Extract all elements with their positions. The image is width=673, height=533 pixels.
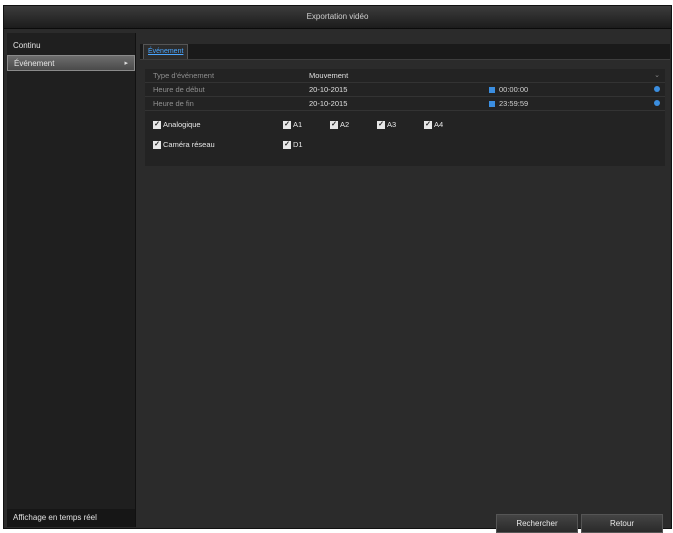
event-type-row[interactable]: Type d'événement Mouvement ⌄ [145, 69, 665, 83]
start-time-label: Heure de début [153, 85, 205, 94]
sidebar: Continu Événement ▸ Affichage en temps r… [7, 33, 136, 527]
channel-checkbox-a3[interactable]: ✓ A3 [377, 119, 396, 131]
channel-label: A2 [340, 120, 350, 129]
checkbox-checked-icon[interactable]: ✓ [330, 121, 338, 130]
sidebar-item-event[interactable]: Événement ▸ [7, 55, 135, 71]
end-date-field[interactable]: 20-10-2015 [309, 97, 347, 110]
channel-label: A3 [387, 120, 397, 129]
analog-checkbox[interactable]: ✓ Analogique [153, 119, 201, 131]
channel-label: D1 [293, 140, 303, 149]
event-type-select[interactable]: Mouvement [309, 69, 348, 82]
checkbox-checked-icon[interactable]: ✓ [377, 121, 385, 130]
channel-label: A1 [293, 120, 303, 129]
main-panel: Type d'événement Mouvement ⌄ Heure de dé… [140, 60, 670, 533]
channel-checkbox-a1[interactable]: ✓ A1 [283, 119, 302, 131]
end-time-value: 23:59:59 [499, 99, 529, 108]
sidebar-item-label: Événement [14, 59, 55, 68]
sidebar-item-label: Continu [13, 41, 41, 50]
window-title: Exportation vidéo [4, 6, 671, 29]
checkbox-checked-icon[interactable]: ✓ [153, 141, 161, 150]
back-button[interactable]: Retour [581, 514, 663, 533]
end-time-field[interactable]: 23:59:59 [489, 97, 528, 110]
calendar-icon[interactable] [489, 101, 495, 108]
event-type-label: Type d'événement [153, 71, 215, 80]
tab-strip: Événement [140, 44, 670, 60]
channel-label: A4 [434, 120, 444, 129]
checkbox-checked-icon[interactable]: ✓ [283, 141, 291, 150]
end-time-row: Heure de fin 20-10-2015 23:59:59 [145, 97, 665, 111]
export-video-window: Exportation vidéo Continu Événement ▸ Af… [3, 5, 672, 533]
search-form: Type d'événement Mouvement ⌄ Heure de dé… [145, 69, 665, 166]
chevron-right-icon: ▸ [124, 60, 128, 67]
calendar-icon[interactable] [489, 87, 495, 94]
dropdown-arrow-icon[interactable]: ⌄ [654, 69, 660, 82]
analog-label: Analogique [163, 120, 201, 129]
checkbox-checked-icon[interactable]: ✓ [283, 121, 291, 130]
clock-icon[interactable] [654, 86, 660, 92]
start-date-field[interactable]: 20-10-2015 [309, 83, 347, 96]
end-time-label: Heure de fin [153, 99, 194, 108]
sidebar-item-continuous[interactable]: Continu [7, 38, 135, 54]
start-time-field[interactable]: 00:00:00 [489, 83, 528, 96]
clock-icon[interactable] [654, 100, 660, 106]
channel-checkbox-a4[interactable]: ✓ A4 [424, 119, 443, 131]
start-time-value: 00:00:00 [499, 85, 529, 94]
channel-checkbox-d1[interactable]: ✓ D1 [283, 139, 303, 151]
checkbox-checked-icon[interactable]: ✓ [153, 121, 161, 130]
live-view-button[interactable]: Affichage en temps réel [7, 509, 135, 527]
network-camera-checkbox[interactable]: ✓ Caméra réseau [153, 139, 215, 151]
start-time-row: Heure de début 20-10-2015 00:00:00 [145, 83, 665, 97]
network-camera-label: Caméra réseau [163, 140, 215, 149]
search-button[interactable]: Rechercher [496, 514, 578, 533]
checkbox-checked-icon[interactable]: ✓ [424, 121, 432, 130]
channel-checkbox-a2[interactable]: ✓ A2 [330, 119, 349, 131]
tab-event[interactable]: Événement [143, 44, 189, 59]
